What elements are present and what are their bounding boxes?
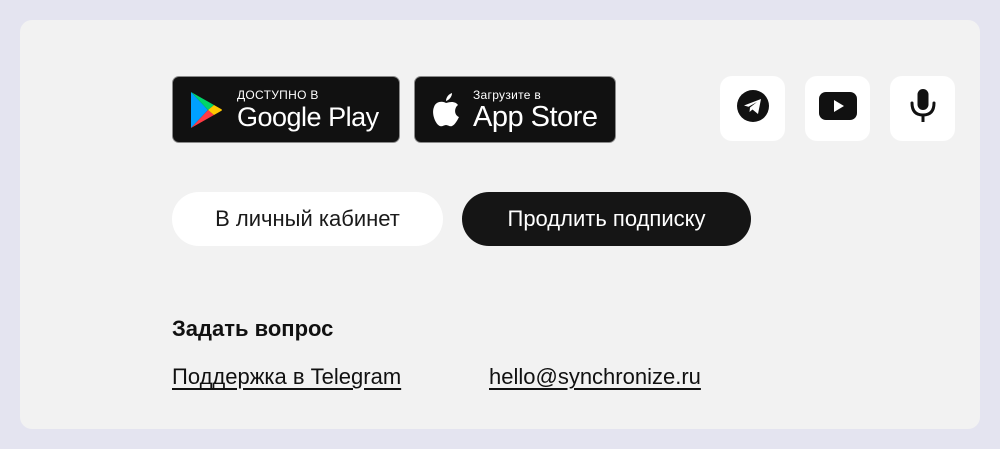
renew-subscription-button[interactable]: Продлить подписку <box>462 192 751 246</box>
telegram-button[interactable] <box>720 76 785 141</box>
youtube-button[interactable] <box>805 76 870 141</box>
email-link[interactable]: hello@synchronize.ru <box>489 364 701 390</box>
podcast-button[interactable] <box>890 76 955 141</box>
apple-icon <box>429 90 463 130</box>
telegram-support-link[interactable]: Поддержка в Telegram <box>172 364 401 390</box>
google-play-small-text: ДОСТУПНО В <box>237 87 319 102</box>
app-store-badge[interactable]: Загрузите в App Store <box>414 76 616 143</box>
youtube-icon <box>818 91 858 126</box>
google-play-large-text: Google Play <box>237 101 379 132</box>
app-store-small-text: Загрузите в <box>473 87 542 102</box>
google-play-badge[interactable]: ДОСТУПНО В Google Play <box>172 76 400 143</box>
app-store-large-text: App Store <box>473 100 598 133</box>
google-play-icon <box>187 87 225 133</box>
telegram-icon <box>736 89 770 128</box>
personal-cabinet-button[interactable]: В личный кабинет <box>172 192 443 246</box>
ask-question-heading: Задать вопрос <box>172 316 334 341</box>
footer-card: ДОСТУПНО В Google Play Загрузите в App S… <box>20 20 980 429</box>
microphone-icon <box>909 88 937 129</box>
